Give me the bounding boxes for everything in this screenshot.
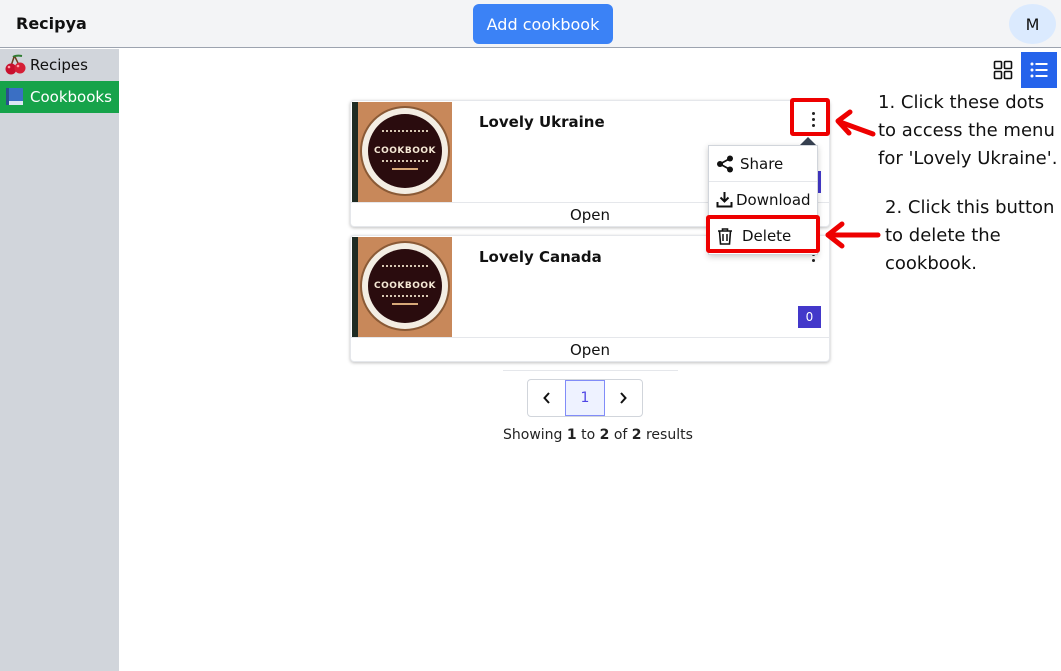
previous-page-button[interactable] <box>528 380 565 416</box>
pagination: 1 <box>527 379 643 417</box>
results-to: 2 <box>599 427 610 443</box>
results-suffix: results <box>645 427 693 443</box>
arrow-to-delete <box>825 221 881 249</box>
results-to-word: to <box>581 427 596 443</box>
arrow-to-dots <box>835 109 876 137</box>
results-from: 1 <box>566 427 577 443</box>
chevron-right-icon <box>620 392 628 404</box>
results-of-word: of <box>613 427 628 443</box>
results-total: 2 <box>631 427 642 443</box>
results-prefix: Showing <box>503 427 563 443</box>
annotation-step-1: 1. Click these dots to access the menu f… <box>878 92 1058 169</box>
next-page-button[interactable] <box>605 380 642 416</box>
chevron-left-icon <box>542 392 550 404</box>
page-number-button[interactable]: 1 <box>565 380 605 416</box>
pagination-divider <box>503 370 678 371</box>
results-summary: Showing 1 to 2 of 2 results <box>503 427 693 443</box>
annotation-step-2: 2. Click this button to delete the cookb… <box>885 197 1055 274</box>
